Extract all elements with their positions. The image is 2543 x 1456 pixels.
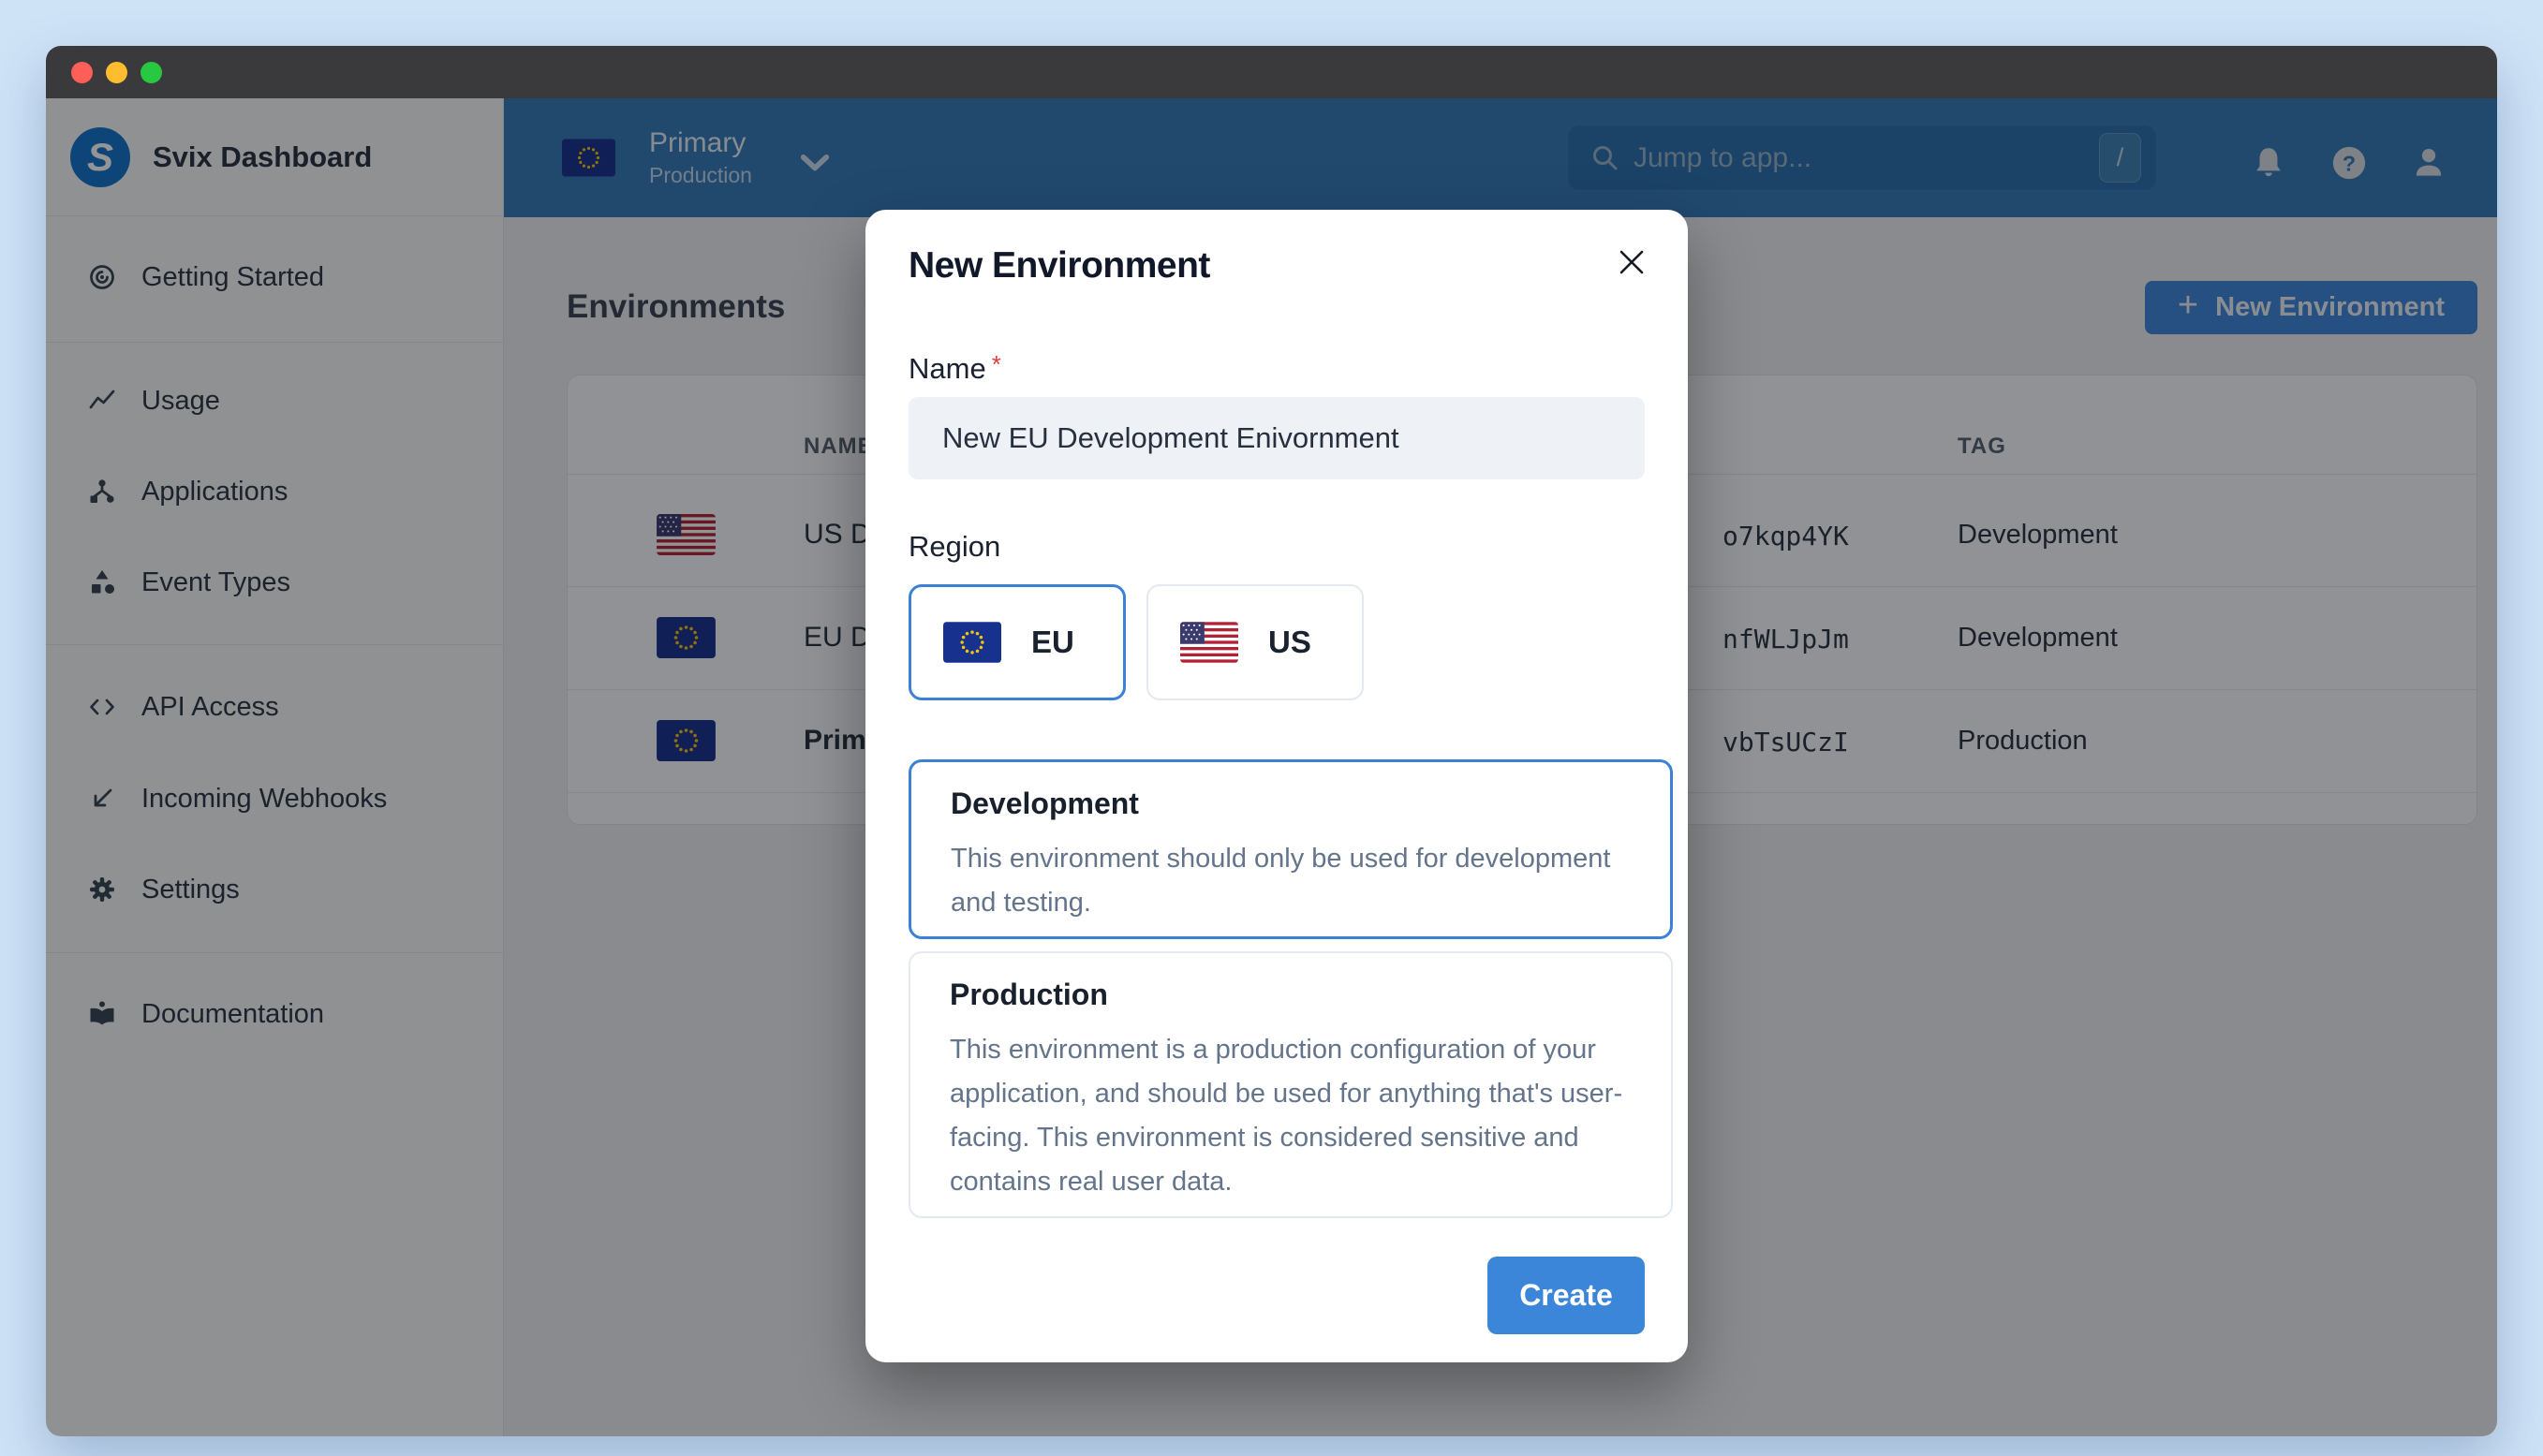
type-option-title: Development bbox=[951, 787, 1139, 820]
type-option-title: Production bbox=[950, 978, 1108, 1011]
type-option-description: This environment is a production configu… bbox=[950, 1035, 1623, 1197]
maximize-window-button[interactable] bbox=[140, 62, 162, 83]
region-option-eu[interactable]: EU bbox=[909, 584, 1126, 700]
close-icon bbox=[1619, 250, 1644, 274]
environment-type-development[interactable]: Development This environment should only… bbox=[909, 759, 1673, 939]
create-button-label: Create bbox=[1519, 1278, 1613, 1312]
modal-close-button[interactable] bbox=[1613, 243, 1650, 281]
type-option-description: This environment should only be used for… bbox=[951, 844, 1611, 918]
region-option-label: EU bbox=[1031, 625, 1074, 659]
required-asterisk: * bbox=[991, 350, 1001, 378]
region-option-label: US bbox=[1268, 625, 1311, 659]
new-environment-modal: New Environment Name* Region bbox=[865, 210, 1688, 1362]
desktop-background: { "window": { "traffic_lights": ["close"… bbox=[0, 0, 2543, 1456]
close-window-button[interactable] bbox=[71, 62, 93, 83]
window-titlebar bbox=[46, 46, 2497, 98]
browser-window: S Svix Dashboard Getting Started Usage A… bbox=[46, 46, 2497, 1436]
region-field-label: Region bbox=[909, 530, 1001, 563]
create-button[interactable]: Create bbox=[1487, 1257, 1645, 1334]
eu-flag-icon bbox=[943, 622, 1001, 663]
minimize-window-button[interactable] bbox=[106, 62, 127, 83]
environment-type-production[interactable]: Production This environment is a product… bbox=[909, 951, 1673, 1218]
modal-title: New Environment bbox=[909, 245, 1210, 286]
name-input[interactable] bbox=[909, 397, 1645, 479]
us-flag-icon bbox=[1180, 622, 1238, 663]
region-option-us[interactable]: US bbox=[1146, 584, 1364, 700]
name-field-label: Name * bbox=[909, 350, 1001, 385]
